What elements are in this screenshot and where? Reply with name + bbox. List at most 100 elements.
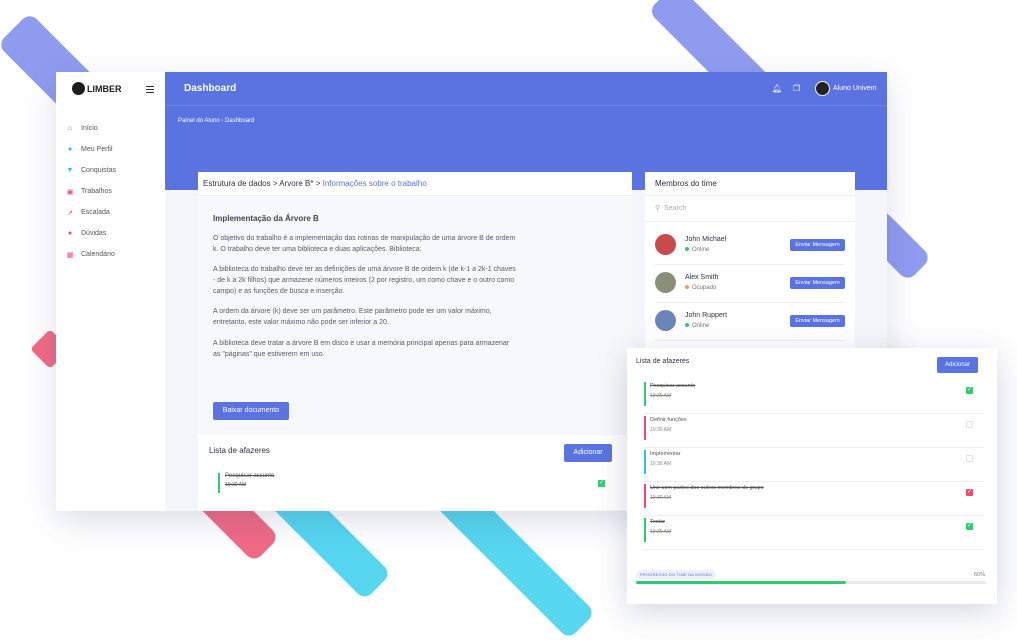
member-name: John Ruppert — [685, 312, 728, 319]
header-divider — [165, 105, 887, 106]
sidebar: LIMBER ⌂ Início ● Meu Perfil ▼ Conquista… — [56, 72, 165, 511]
breadcrumb-sep: › — [221, 118, 224, 124]
status-dot — [685, 323, 689, 328]
page-title: Dashboard — [184, 83, 237, 94]
member-avatar — [655, 310, 676, 331]
assignment-card: Estrutura de dados > Arvore B* > Informa… — [198, 172, 632, 510]
assignment-body: Implementação da Árvore B O objetivo do … — [198, 197, 632, 435]
todo-item-marker — [644, 416, 646, 440]
sidebar-item-label: Escalada — [81, 209, 110, 216]
member-avatar — [655, 272, 676, 293]
todo-checkbox[interactable] — [598, 479, 605, 487]
sidebar-item-conquistas[interactable]: ▼ Conquistas — [66, 160, 117, 181]
bell-icon[interactable]: 🔔︎ — [772, 84, 782, 93]
download-button[interactable]: Baixar documento — [213, 402, 289, 420]
todo-item-title: Pesquisar assunto — [650, 383, 696, 389]
member-name: Alex Smith — [685, 274, 719, 281]
sidebar-item-label: Dúvidas — [81, 230, 107, 237]
todo-panel: Lista de afazeres Adicionar Pesquisar as… — [198, 435, 632, 510]
progress-bar — [636, 581, 986, 584]
todo-item-marker — [644, 484, 646, 508]
todo-item[interactable]: Unir com partes dos outros membros do gr… — [644, 481, 984, 516]
sidebar-item-label: Meu Perfil — [81, 146, 113, 153]
todo-item-marker — [644, 518, 646, 542]
logo[interactable]: LIMBER — [72, 82, 122, 95]
menu-toggle-icon[interactable] — [146, 84, 154, 95]
status-dot — [685, 247, 689, 252]
add-todo-button[interactable]: Adicionar — [564, 444, 612, 462]
search-icon: ⚲ — [655, 205, 661, 212]
sidebar-item-escalada[interactable]: ↗ Escalada — [66, 202, 116, 223]
todo-item-time: 10:30 AM — [650, 427, 672, 433]
member-status: Online — [685, 247, 709, 253]
member-row: John Michael Online Enviar Mensagem — [655, 226, 845, 265]
team-search[interactable]: ⚲ Search — [645, 196, 855, 222]
assignment-paragraph: O objetivo do trabalho é a implementação… — [213, 235, 516, 253]
member-name: John Michael — [685, 236, 727, 243]
todo-item-time: 10:30 AM — [650, 461, 672, 467]
todo-item-marker — [644, 382, 646, 406]
search-input[interactable]: Search — [664, 205, 686, 212]
sidebar-item-trabalhos[interactable]: ▣ Trabalhos — [66, 181, 116, 202]
avatar — [815, 81, 830, 96]
breadcrumb-root[interactable]: Painel do Aluno — [178, 118, 220, 124]
send-message-button[interactable]: Enviar Mensagem — [790, 277, 845, 289]
calendar-icon: ▦ — [66, 251, 74, 259]
todo-item-title: Unir com partes dos outros membros do gr… — [650, 485, 764, 491]
todo-item-title: Implementar — [650, 451, 681, 457]
breadcrumb: Painel do Aluno › Dashboard — [178, 118, 254, 124]
todo-popup-title: Lista de afazeres — [636, 358, 690, 365]
todo-item-title: Testar — [650, 519, 665, 525]
status-dot — [685, 285, 689, 290]
todo-item[interactable]: Testar 10:30 AM — [644, 515, 984, 550]
sidebar-nav: ⌂ Início ● Meu Perfil ▼ Conquistas ▣ Tra… — [66, 118, 117, 265]
assignment-heading: Implementação da Árvore B — [213, 214, 319, 223]
todo-item-time: 10:30 AM — [650, 529, 672, 535]
member-avatar — [655, 234, 676, 255]
add-todo-button[interactable]: Adicionar — [937, 357, 978, 373]
assignment-paragraph: A biblioteca do trabalho deve ter as def… — [213, 266, 516, 295]
user-icon: ● — [67, 146, 73, 153]
sidebar-item-inicio[interactable]: ⌂ Início — [66, 118, 116, 139]
todo-item-title: Definir funções — [650, 417, 687, 423]
pin-icon: ● — [67, 230, 73, 237]
sidebar-item-duvidas[interactable]: ● Dúvidas — [66, 223, 116, 244]
assignment-breadcrumb: Estrutura de dados > Arvore B* > Informa… — [198, 172, 632, 196]
sidebar-item-label: Trabalhos — [81, 188, 112, 195]
todo-item[interactable]: Definir funções 10:30 AM — [644, 413, 984, 448]
todo-item[interactable]: Implementar 10:30 AM — [644, 447, 984, 482]
briefcase-icon: ▣ — [66, 188, 74, 196]
todo-item[interactable]: Pesquisar assunto 10:30 AM — [644, 379, 984, 414]
member-row: John Ruppert Online Enviar Mensagem — [655, 302, 845, 341]
member-row: Alex Smith Ocupado Enviar Mensagem — [655, 264, 845, 303]
assignment-info-link[interactable]: Informações sobre o trabalho — [323, 179, 427, 188]
todo-checkbox[interactable] — [966, 421, 973, 428]
home-icon: ⌂ — [67, 125, 73, 132]
todo-checkbox[interactable] — [966, 386, 973, 394]
todo-checkbox[interactable] — [966, 455, 973, 462]
member-status: Ocupado — [685, 285, 716, 291]
todo-checkbox[interactable] — [966, 488, 973, 496]
sidebar-item-calendario[interactable]: ▦ Calendário — [66, 244, 116, 265]
send-message-button[interactable]: Enviar Mensagem — [790, 239, 845, 251]
todo-item-time: 10:30 AM — [650, 393, 672, 399]
progress-label: PROGRESSO DO TIME NA MISSÃO — [636, 570, 717, 579]
member-status: Online — [685, 323, 709, 329]
sidebar-item-label: Calendário — [81, 251, 115, 258]
sidebar-item-label: Início — [81, 125, 98, 132]
breadcrumb-current: Dashboard — [225, 118, 255, 124]
user-menu[interactable]: Aluno Univem — [815, 81, 877, 96]
chart-icon: ↗ — [67, 209, 73, 217]
todo-checkbox[interactable] — [966, 522, 973, 530]
todo-item-marker — [644, 450, 646, 474]
sidebar-item-perfil[interactable]: ● Meu Perfil — [66, 139, 116, 160]
todo-item-time: 10:30 AM — [225, 482, 247, 488]
todo-item[interactable]: Pesquisar assunto 10:30 AM — [218, 473, 274, 493]
trophy-icon: ▼ — [66, 167, 74, 174]
assignment-paragraph: A ordem da árvore (k) deve ser um parâme… — [213, 308, 492, 326]
copy-icon[interactable]: ❐ — [793, 84, 800, 93]
send-message-button[interactable]: Enviar Mensagem — [790, 315, 845, 327]
todo-item-time: 10:30 AM — [650, 495, 672, 501]
assignment-path: Estrutura de dados > Arvore B* > — [203, 179, 323, 188]
todo-item-title: Pesquisar assunto — [225, 473, 275, 479]
